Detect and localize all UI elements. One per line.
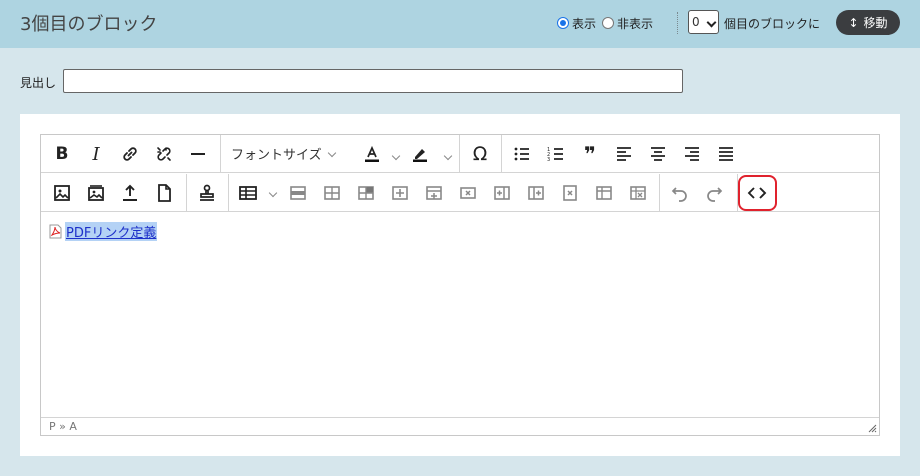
editor-content[interactable]: PDFリンク定義: [41, 213, 879, 417]
toolbar-divider: [186, 174, 187, 212]
pdf-link[interactable]: PDFリンク定義: [49, 222, 158, 241]
font-color-icon[interactable]: [359, 141, 385, 167]
block-position-label: 個目のブロックに: [724, 17, 821, 31]
radio-hide[interactable]: [602, 17, 615, 29]
table-insert-row-before-icon[interactable]: [387, 180, 413, 206]
pdf-file-icon: [49, 224, 62, 239]
table-insert-col-before-icon[interactable]: [489, 180, 515, 206]
visibility-radio-group: 表示 非表示: [557, 14, 659, 32]
header-divider: [677, 12, 678, 34]
gallery-icon[interactable]: [83, 180, 109, 206]
rich-text-editor: B I フォントサイズ Ω 123 ❞ PDFリンク定義 P » A: [40, 134, 880, 436]
upload-icon[interactable]: [117, 180, 143, 206]
move-button-label: 移動: [863, 16, 888, 30]
table-delete-icon[interactable]: [625, 180, 651, 206]
pdf-link-text[interactable]: PDFリンク定義: [65, 222, 158, 241]
link-icon[interactable]: [117, 141, 143, 167]
toolbar-divider: [459, 135, 460, 173]
align-right-icon[interactable]: [679, 141, 705, 167]
editor-statusbar: P » A: [41, 417, 879, 435]
table-split-cell-icon[interactable]: [591, 180, 617, 206]
heading-input[interactable]: [63, 69, 683, 93]
toolbar-divider: [659, 174, 660, 212]
blockquote-icon[interactable]: ❞: [577, 141, 603, 167]
bullet-list-icon[interactable]: [509, 141, 535, 167]
horizontal-rule-icon[interactable]: [185, 141, 211, 167]
stamp-icon[interactable]: [194, 180, 220, 206]
toolbar-row-1: B I フォントサイズ Ω 123 ❞: [41, 135, 879, 173]
font-size-label: フォントサイズ: [231, 148, 322, 163]
align-center-icon[interactable]: [645, 141, 671, 167]
block-position-value: 0: [692, 15, 700, 29]
font-size-dropdown[interactable]: フォントサイズ: [231, 144, 336, 163]
toolbar-row-2: [41, 174, 879, 212]
chevron-down-icon[interactable]: [443, 151, 453, 161]
radio-show-label[interactable]: 表示: [572, 15, 596, 32]
toolbar-divider: [228, 174, 229, 212]
block-header: 3個目のブロック 表示 非表示 0 個目のブロックに ↕ 移動: [0, 0, 920, 48]
element-path[interactable]: P » A: [49, 420, 77, 433]
highlight-icon[interactable]: [407, 141, 433, 167]
chevron-down-icon: [327, 148, 336, 158]
block-title: 3個目のブロック: [20, 14, 158, 35]
chevron-down-icon[interactable]: [268, 188, 278, 198]
table-merge-cells-icon[interactable]: [353, 180, 379, 206]
italic-icon[interactable]: I: [83, 141, 109, 167]
svg-text:3: 3: [547, 157, 550, 163]
up-down-arrow-icon: ↕: [848, 15, 859, 30]
table-delete-row-icon[interactable]: [455, 180, 481, 206]
table-delete-col-icon[interactable]: [557, 180, 583, 206]
table-icon[interactable]: [235, 180, 261, 206]
bold-icon[interactable]: B: [49, 141, 75, 167]
redo-icon[interactable]: [701, 180, 727, 206]
source-code-highlight-ring: [738, 175, 777, 211]
move-button[interactable]: ↕ 移動: [836, 10, 900, 35]
image-icon[interactable]: [49, 180, 75, 206]
resize-handle-icon[interactable]: [868, 424, 877, 433]
align-left-icon[interactable]: [611, 141, 637, 167]
radio-hide-label[interactable]: 非表示: [617, 15, 653, 32]
table-insert-col-after-icon[interactable]: [523, 180, 549, 206]
unlink-icon[interactable]: [151, 141, 177, 167]
toolbar-divider: [220, 135, 221, 173]
numbered-list-icon[interactable]: 123: [543, 141, 569, 167]
toolbar-divider: [501, 135, 502, 173]
chevron-down-icon[interactable]: [391, 151, 401, 161]
justify-icon[interactable]: [713, 141, 739, 167]
undo-icon[interactable]: [667, 180, 693, 206]
omega-icon[interactable]: Ω: [467, 141, 493, 167]
radio-show[interactable]: [557, 17, 569, 29]
heading-label: 見出し: [20, 76, 57, 90]
table-insert-row-after-icon[interactable]: [421, 180, 447, 206]
table-cell-props-icon[interactable]: [319, 180, 345, 206]
table-row-props-icon[interactable]: [285, 180, 311, 206]
block-position-select[interactable]: 0: [688, 10, 719, 34]
file-icon[interactable]: [151, 180, 177, 206]
chevron-down-icon: [706, 17, 717, 28]
